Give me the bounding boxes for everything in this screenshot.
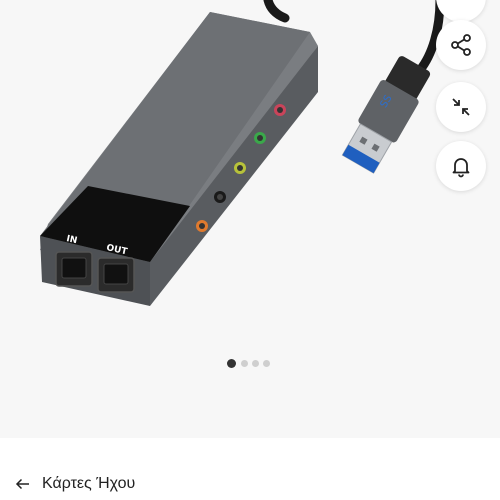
carousel-dot[interactable] xyxy=(262,359,270,367)
share-button[interactable] xyxy=(436,20,486,70)
back-to-category[interactable]: Κάρτες Ήχου xyxy=(0,468,500,500)
carousel-dot[interactable] xyxy=(251,359,259,367)
category-link[interactable]: Κάρτες Ήχου xyxy=(42,475,135,493)
carousel-indicator[interactable] xyxy=(0,357,500,369)
collapse-button[interactable] xyxy=(436,82,486,132)
collapse-icon xyxy=(452,98,470,116)
notify-button[interactable] xyxy=(436,141,486,191)
product-gallery[interactable]: SS IN OUT xyxy=(0,0,500,438)
arrow-left-icon xyxy=(15,478,29,490)
product-image: SS IN OUT xyxy=(40,0,445,306)
carousel-dot[interactable] xyxy=(226,358,236,368)
carousel-dot[interactable] xyxy=(240,359,248,367)
bell-icon xyxy=(452,158,470,178)
share-icon xyxy=(451,34,471,56)
